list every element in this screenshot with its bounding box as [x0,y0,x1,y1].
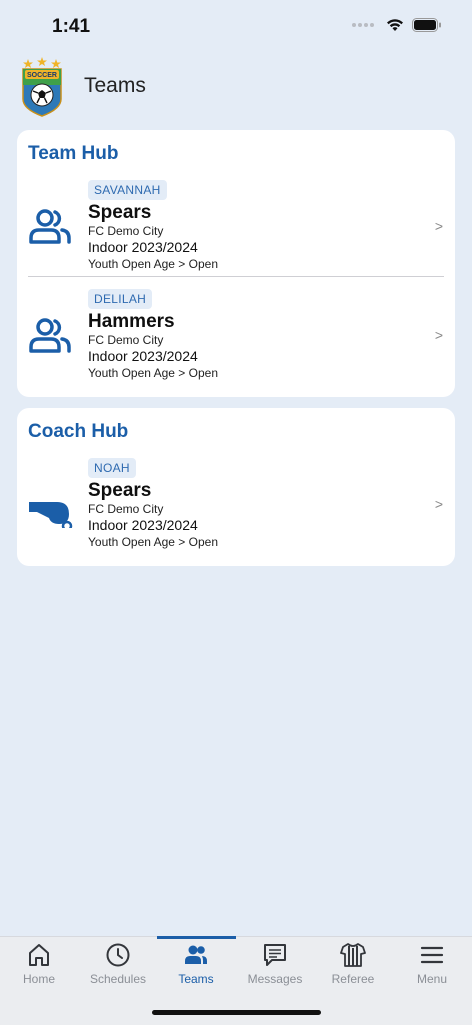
team-info: SAVANNAH Spears FC Demo City Indoor 2023… [88,180,218,272]
clock-icon [106,943,130,967]
season-label: Indoor 2023/2024 [88,239,198,255]
team-hub-card: Team Hub SAVANNAH Spears FC Demo City In… [17,130,455,397]
home-icon [29,944,49,966]
people-icon [185,945,207,964]
team-name: Spears [88,202,152,223]
svg-text:SOCCER: SOCCER [27,72,57,79]
page-title: Teams [84,74,146,97]
club-name: FC Demo City [88,502,164,516]
team-name: Spears [88,480,152,501]
home-indicator [152,1010,321,1015]
team-hub-title: Team Hub [28,143,119,164]
referee-shirt-icon [340,943,366,967]
tab-label: Menu [416,972,448,986]
club-name: FC Demo City [88,224,164,238]
people-icon [29,318,71,353]
season-label: Indoor 2023/2024 [88,517,198,533]
status-icons [352,18,442,32]
wifi-icon [387,19,403,31]
chevron-right-icon: > [434,496,443,512]
team-row-hammers[interactable]: DELILAH Hammers FC Demo City Indoor 2023… [17,289,455,397]
divider [28,276,444,277]
tab-label: Referee [331,972,375,986]
whistle-icon [29,502,73,528]
tab-label: Home [22,972,55,986]
people-icon [29,209,71,244]
tab-messages[interactable]: Messages [236,937,314,993]
tab-label: Messages [247,972,303,986]
tab-teams[interactable]: Teams [157,937,235,993]
coach-hub-title: Coach Hub [28,421,129,442]
signal-dots-icon [352,23,374,27]
division-label: Youth Open Age > Open [88,257,219,271]
tab-home[interactable]: Home [0,937,78,993]
message-icon [264,944,286,966]
team-info: DELILAH Hammers FC Demo City Indoor 2023… [88,289,218,381]
page-header: SOCCER Teams [20,54,452,118]
coach-row-spears[interactable]: NOAH Spears FC Demo City Indoor 2023/202… [17,458,455,566]
club-name: FC Demo City [88,333,164,347]
player-badge: DELILAH [88,289,153,309]
status-bar: 1:41 [0,0,472,52]
player-badge: NOAH [88,458,136,478]
tab-menu[interactable]: Menu [393,937,471,993]
team-name: Hammers [88,311,175,332]
tab-label: Teams [178,972,214,986]
player-badge: SAVANNAH [88,180,167,200]
division-label: Youth Open Age > Open [88,366,219,380]
season-label: Indoor 2023/2024 [88,348,198,364]
hamburger-icon [420,946,444,964]
chevron-right-icon: > [434,327,443,343]
battery-icon [412,18,441,32]
tab-label: Schedules [89,972,147,986]
tab-schedules[interactable]: Schedules [79,937,157,993]
tab-referee[interactable]: Referee [314,937,392,993]
chevron-right-icon: > [434,218,443,234]
team-row-spears[interactable]: SAVANNAH Spears FC Demo City Indoor 2023… [17,180,455,288]
team-info: NOAH Spears FC Demo City Indoor 2023/202… [88,458,218,550]
coach-hub-card: Coach Hub NOAH Spears FC Demo City Indoo… [17,408,455,566]
status-time: 1:41 [52,16,91,37]
soccer-logo: SOCCER [22,57,62,117]
division-label: Youth Open Age > Open [88,535,219,549]
